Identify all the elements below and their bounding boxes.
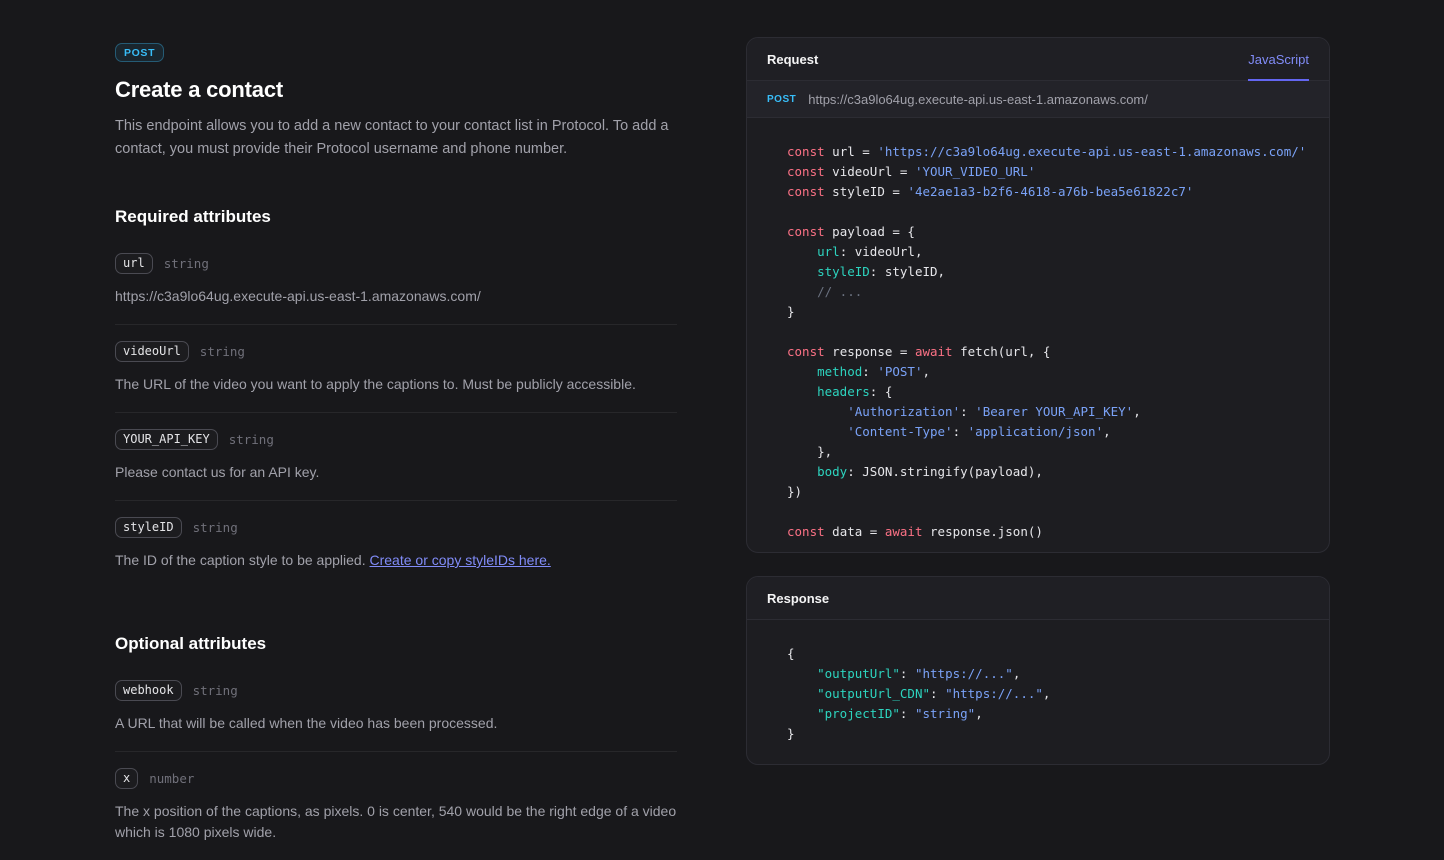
code-line: const videoUrl = 'YOUR_VIDEO_URL' [787,164,1036,179]
attribute-type: string [199,344,245,359]
attribute-description: The ID of the caption style to be applie… [115,552,551,568]
response-panel: Response { "outputUrl": "https://...", "… [746,576,1330,765]
attribute-sections: Required attributes url string https://c3a9… [115,207,677,860]
code-line: const response = await fetch(url, { [787,344,1051,359]
attribute-header-row: YOUR_API_KEY string [115,429,677,450]
attribute-type: string [163,256,209,271]
attribute-item: webhook string A URL that will be called w… [115,664,677,751]
request-code: const url = 'https://c3a9lo64ug.execute-… [747,118,1329,552]
code-line: "projectID": "string", [817,706,983,721]
attribute-list: url string https://c3a9lo64ug.execute-api.… [115,237,677,588]
code-line: { [787,646,795,661]
attribute-type: string [192,683,238,698]
code-line: method: 'POST', [817,364,931,379]
attribute-name-chip: url [115,253,153,274]
attribute-header-row: styleID string [115,517,677,538]
attribute-name-chip: videoUrl [115,341,189,362]
request-url: https://c3a9lo64ug.execute-api.us-east-1… [808,91,1148,107]
attribute-item: styleID string The ID of the caption style… [115,500,677,588]
attribute-type: string [192,520,238,535]
request-method-badge: POST [767,93,797,105]
attribute-name-chip: styleID [115,517,182,538]
panel-title: Response [767,590,830,606]
request-endpoint-bar: POST https://c3a9lo64ug.execute-api.us-e… [747,81,1329,118]
attribute-header-row: webhook string [115,680,677,701]
code-line: const url = 'https://c3a9lo64ug.execute-… [787,144,1307,159]
attribute-name-chip: YOUR_API_KEY [115,429,218,450]
attribute-item: x number The x position of the captions, a… [115,751,677,860]
code-line: url: videoUrl, [817,244,923,259]
attribute-section: Optional attributes webhook string A URL th… [115,634,677,860]
code-line: } [787,726,795,741]
code-line: 'Content-Type': 'application/json', [847,424,1111,439]
code-line: }) [787,484,803,499]
code-line: "outputUrl": "https://...", [817,666,1021,681]
attribute-header-row: url string [115,253,677,274]
attribute-description: A URL that will be called when the video… [115,715,498,731]
attribute-item: videoUrl string The URL of the video you w… [115,324,677,412]
code-line: const data = await response.json() [787,524,1043,539]
code-line: styleID: styleID, [817,264,946,279]
attribute-item: url string https://c3a9lo64ug.execute-api.… [115,237,677,324]
attribute-header-row: videoUrl string [115,341,677,362]
attribute-type: string [228,432,274,447]
request-panel-header: Request JavaScript [747,38,1329,81]
method-badge: POST [115,43,165,62]
code-line: 'Authorization': 'Bearer YOUR_API_KEY', [847,404,1141,419]
code-line: body: JSON.stringify(payload), [817,464,1043,479]
attribute-section: Required attributes url string https://c3a9… [115,207,677,588]
code-line: }, [787,444,833,459]
page-title: Create a contact [115,77,283,102]
attribute-list: webhook string A URL that will be called w… [115,664,677,860]
response-code: { "outputUrl": "https://...", "outputUrl… [747,620,1329,764]
section-heading: Optional attributes [115,634,267,653]
attribute-description: The x position of the captions, as pixel… [115,803,677,840]
section-heading: Required attributes [115,207,271,226]
intro-text: This endpoint allows you to add a new co… [115,118,669,157]
styleids-link[interactable]: Create or copy styleIDs here. [370,552,551,568]
attribute-item: YOUR_API_KEY string Please contact us for … [115,412,677,500]
code-line: // ... [817,284,863,299]
code-line: "outputUrl_CDN": "https://...", [817,686,1051,701]
request-panel: Request JavaScript POST https://c3a9lo64… [746,37,1330,553]
attribute-description: Please contact us for an API key. [115,464,320,480]
panel-title: Request [767,51,819,67]
attribute-description: https://c3a9lo64ug.execute-api.us-east-1… [115,288,481,304]
tab-javascript[interactable]: JavaScript [1248,38,1309,81]
code-line: const payload = { [787,224,915,239]
code-line: const styleID = '4e2ae1a3-b2f6-4618-a76b… [787,184,1194,199]
attribute-name-chip: x [115,768,139,789]
page: { "colors": { "page_bg": "#18181b", "met… [0,0,1444,840]
attribute-type: number [149,771,195,786]
code-line: headers: { [817,384,893,399]
attribute-description: The URL of the video you want to apply t… [115,376,636,392]
doc-article: POST Create a contact This endpoint allo… [115,43,677,860]
code-line: } [787,304,795,319]
attribute-name-chip: webhook [115,680,182,701]
response-panel-header: Response [747,577,1329,620]
attribute-header-row: x number [115,768,677,789]
